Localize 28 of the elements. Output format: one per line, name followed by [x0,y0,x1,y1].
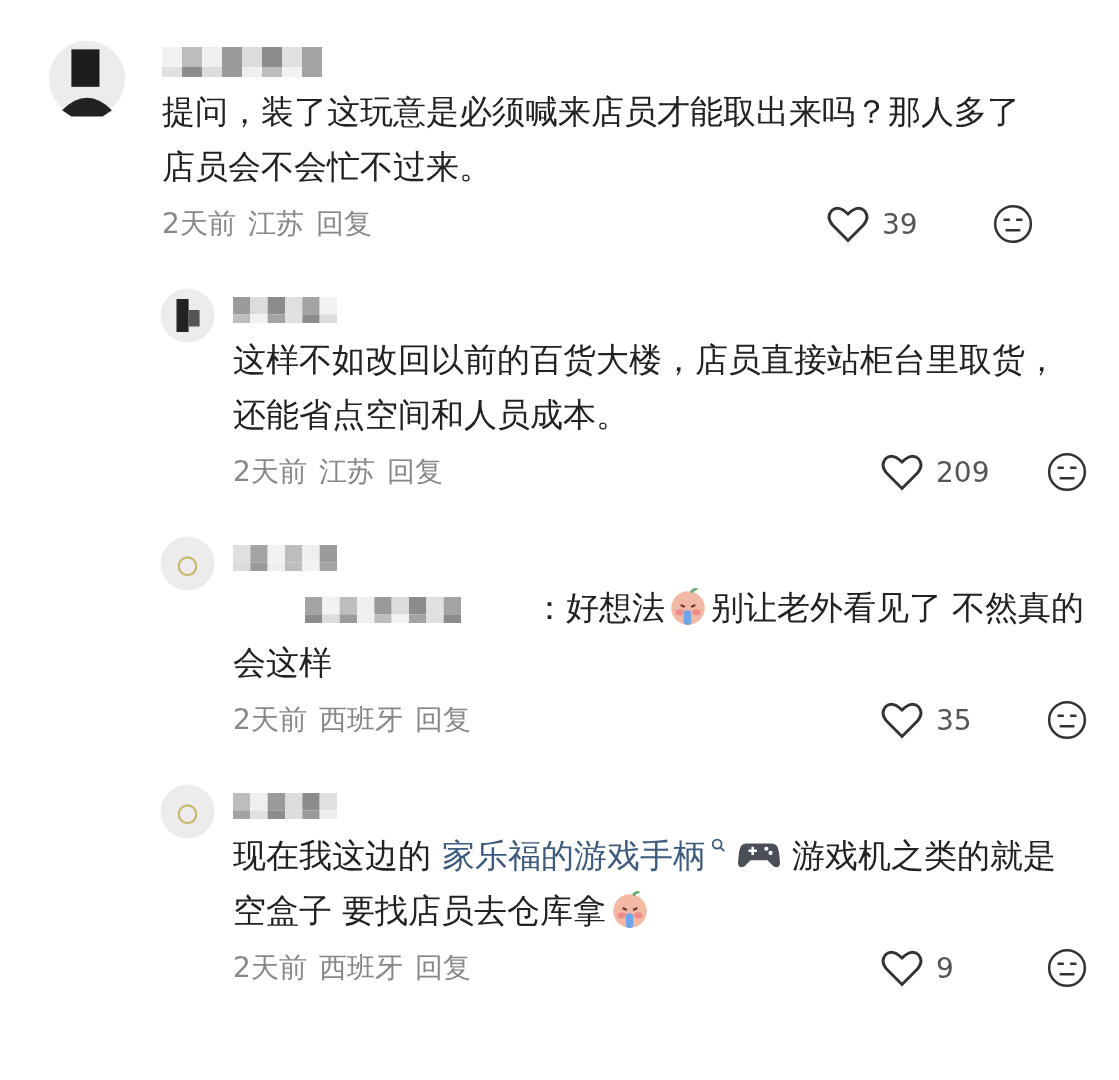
reply-link[interactable]: 回复 [386,453,443,491]
like-count: 35 [936,703,973,737]
like-count: 209 [936,455,991,489]
comment-location: 江苏 [247,206,304,242]
reply-link[interactable]: 回复 [315,205,372,243]
like-count: 9 [936,951,955,985]
dislike-icon[interactable] [1046,947,1088,989]
reply-link[interactable]: 回复 [414,701,471,739]
comment-location: 西班牙 [318,950,403,986]
comment-time: 2天前 [233,454,307,490]
avatar-icon[interactable] [48,40,126,118]
like-count: 39 [882,207,919,241]
comment-location: 江苏 [318,454,375,490]
search-link[interactable]: 家乐福的游戏手柄 [441,836,706,875]
comment-time: 2天前 [233,950,307,986]
comment-text: 现在我这边的 家乐福的游戏手柄 游戏机之类的就是空盒子 要找店员去仓库拿 [233,828,1088,938]
comment-text: 提问，装了这玩意是必须喊来店员才能取出来吗？那人多了店员会不会忙不过来。 [162,91,1021,188]
reply-link[interactable]: 回复 [414,949,471,987]
comment-time: 2天前 [233,702,307,738]
comment-location: 西班牙 [318,702,403,738]
avatar-icon[interactable] [160,288,215,343]
comment-time: 2天前 [162,206,236,242]
dislike-icon[interactable] [992,203,1034,245]
comment-text: 这样不如改回以前的百货大楼，店员直接站柜台里取货，还能省点空间和人员成本。 [233,339,1059,436]
comment-text: ：好想法 别让老外看见了 不然真的会这样 [233,580,1088,690]
dislike-icon[interactable] [1046,451,1088,493]
dislike-icon[interactable] [1046,699,1088,741]
search-icon[interactable] [709,837,726,853]
